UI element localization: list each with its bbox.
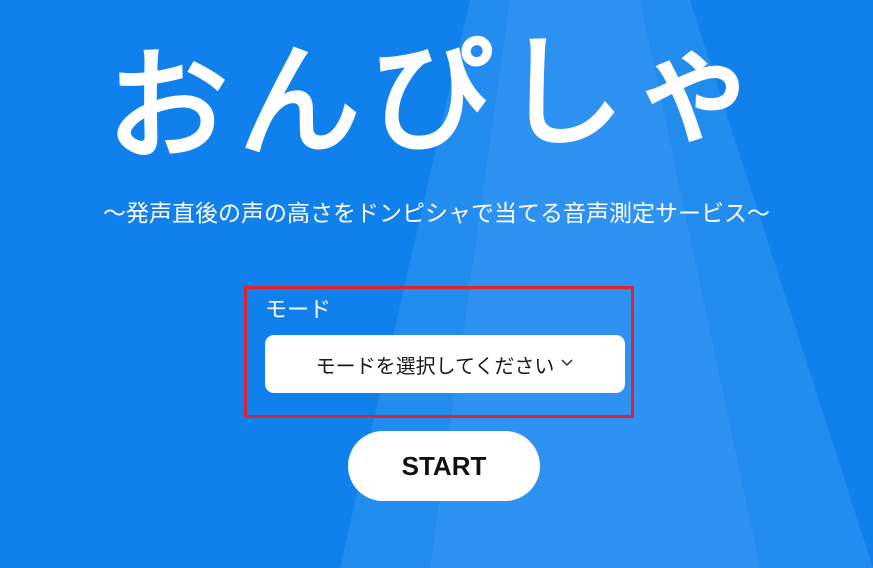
mode-select-placeholder: モードを選択してください: [315, 353, 555, 378]
app-title: おんぴしゃ: [106, 14, 767, 180]
mode-selection-panel: モード モードを選択してください: [244, 286, 634, 418]
mode-select-dropdown[interactable]: モードを選択してください: [265, 335, 625, 393]
app-subtitle: 〜発声直後の声の高さをドンピシャで当てる音声測定サービス〜: [103, 201, 770, 227]
mode-label: モード: [265, 298, 332, 323]
chevron-down-icon: [560, 353, 574, 372]
start-button[interactable]: START: [348, 431, 540, 501]
